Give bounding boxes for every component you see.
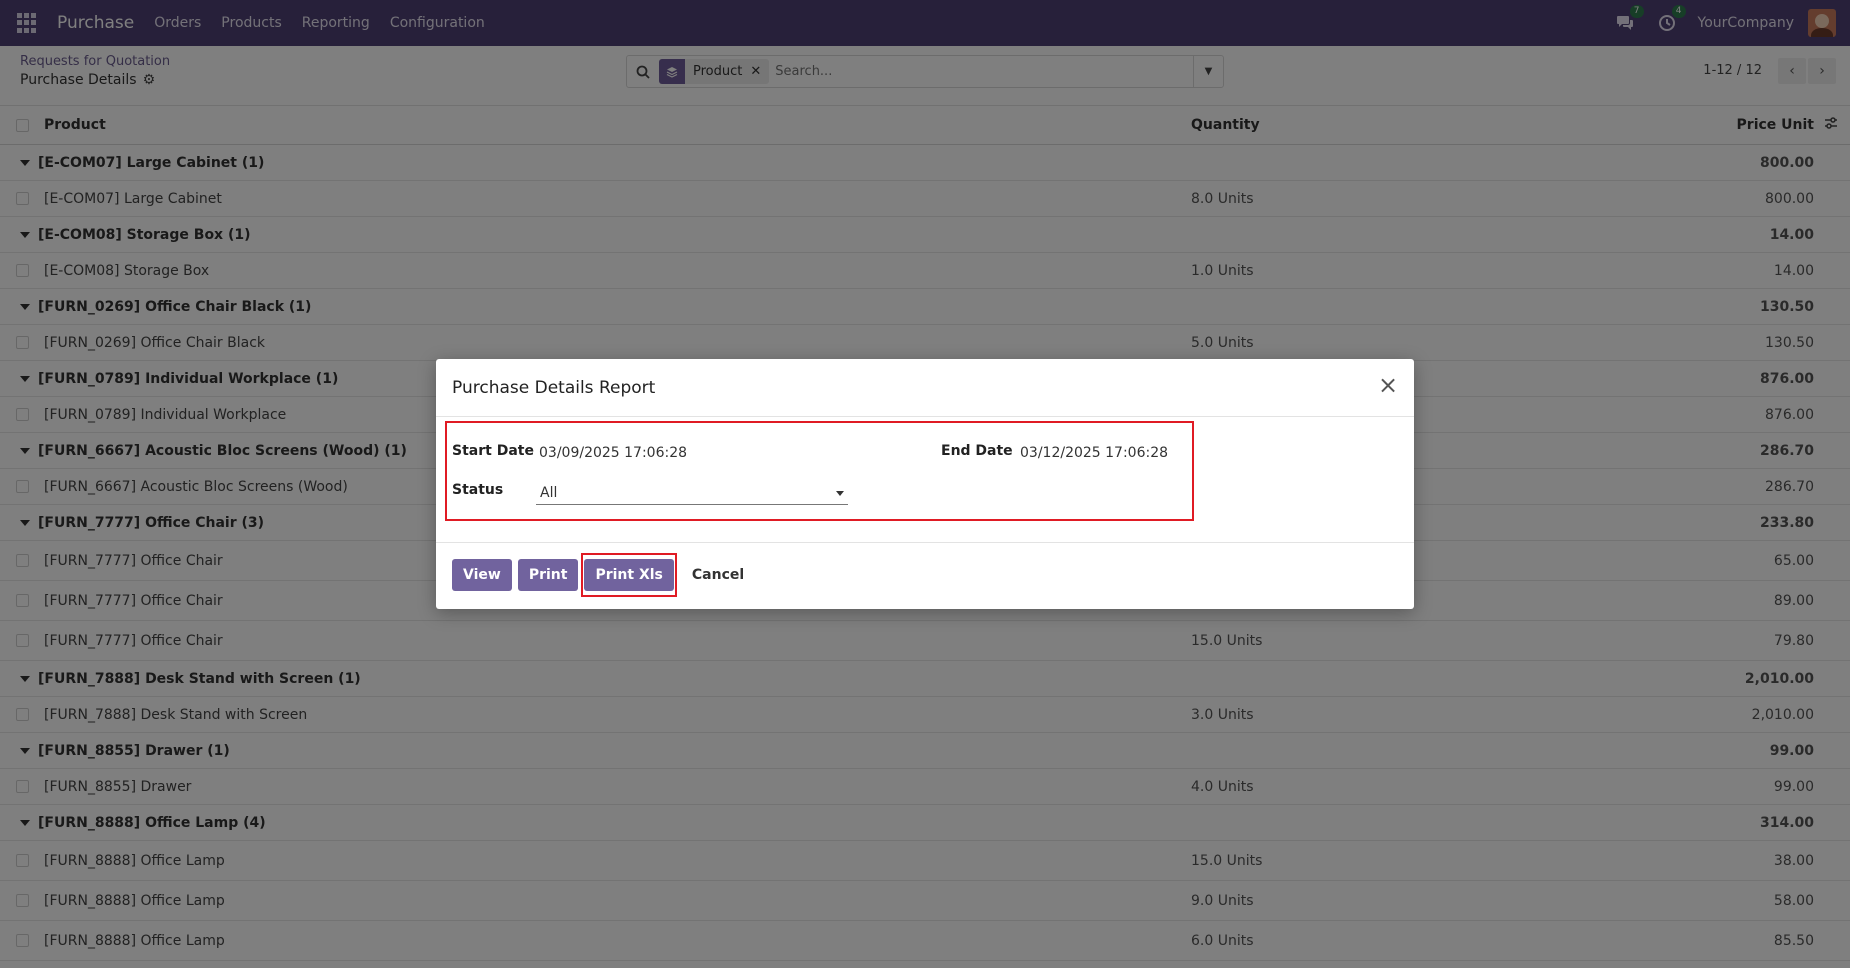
dialog-title: Purchase Details Report [452, 377, 656, 398]
dialog-header: Purchase Details Report × [436, 359, 1414, 417]
chevron-down-icon [836, 491, 844, 496]
report-dialog: Purchase Details Report × Start Date 03/… [436, 359, 1414, 609]
print-button[interactable]: Print [517, 559, 579, 591]
end-date-field[interactable]: 03/12/2025 17:06:28 [1020, 445, 1168, 461]
close-icon[interactable]: × [1376, 373, 1400, 399]
dialog-body: Start Date 03/09/2025 17:06:28 End Date … [436, 417, 1414, 543]
print-xls-highlight-box [581, 553, 677, 597]
start-date-label: Start Date [452, 443, 534, 459]
end-date-label: End Date [941, 443, 1013, 459]
start-date-field[interactable]: 03/09/2025 17:06:28 [539, 445, 687, 461]
cancel-button[interactable]: Cancel [692, 567, 744, 583]
fields-highlight-box [445, 421, 1194, 521]
status-label: Status [452, 482, 504, 498]
view-button[interactable]: View [452, 559, 512, 591]
status-selected-value: All [540, 485, 558, 501]
dialog-footer: View Print Print Xls Cancel [436, 543, 1414, 607]
status-select[interactable]: All [536, 481, 848, 505]
print-xls-highlight: Print Xls [581, 553, 677, 597]
